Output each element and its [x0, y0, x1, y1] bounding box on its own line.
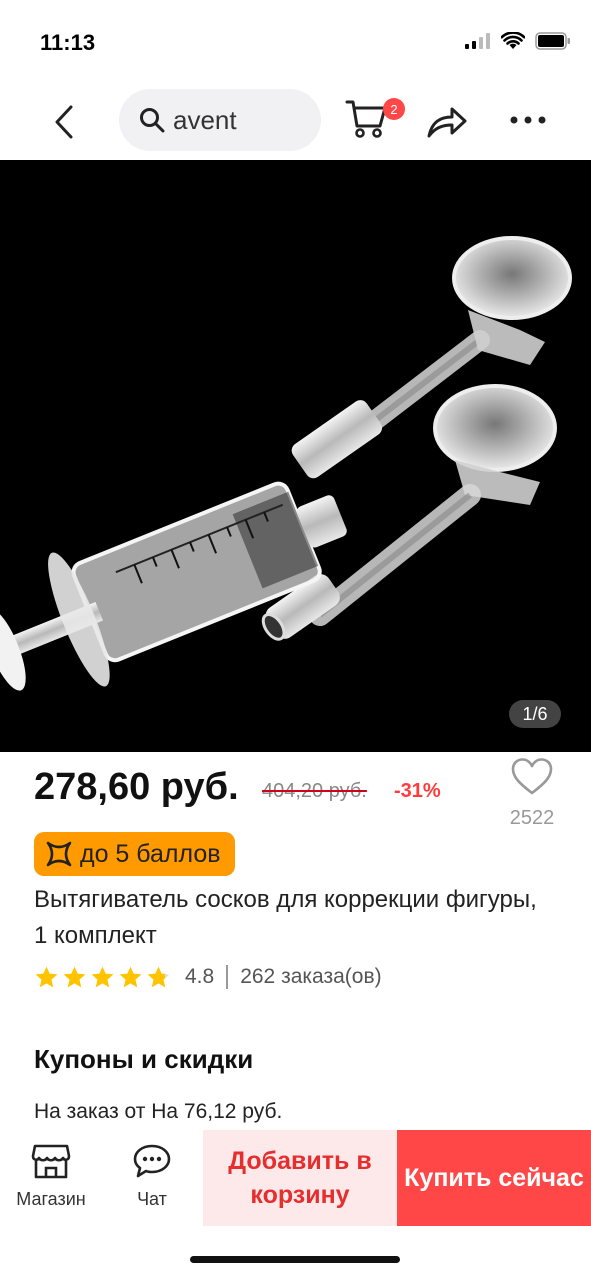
wishlist-button[interactable]: 2522 [502, 758, 562, 829]
status-time: 11:13 [40, 30, 96, 55]
wifi-icon [501, 32, 525, 49]
signal-icon [465, 33, 490, 49]
more-options-button[interactable] [508, 110, 548, 130]
rating-value: 4.8 [185, 965, 215, 988]
cart-icon [345, 100, 387, 138]
points-badge[interactable]: до 5 баллов [34, 832, 235, 876]
chevron-left-icon [55, 105, 73, 139]
search-query: avent [173, 104, 237, 135]
product-image-gallery[interactable]: 1/6 [0, 160, 591, 752]
chat-icon [133, 1144, 171, 1178]
product-photo [0, 236, 572, 691]
wishlist-count: 2522 [509, 807, 555, 829]
star-icon [91, 966, 114, 987]
star-icon [119, 966, 142, 987]
share-icon [427, 107, 467, 138]
store-tab[interactable]: Магазин [8, 1142, 94, 1222]
price-row: 278,60 руб. 404,20 руб. -31% [34, 762, 554, 818]
more-icon [510, 116, 546, 124]
status-icons [465, 32, 571, 50]
image-counter: 1/6 [509, 700, 561, 728]
store-icon [31, 1144, 71, 1179]
current-price: 278,60 руб. [34, 766, 239, 808]
home-indicator [190, 1256, 400, 1263]
back-button[interactable] [42, 100, 86, 144]
orders-count: 262 заказа(ов) [240, 965, 382, 988]
chat-label: Чат [137, 1189, 167, 1209]
star-icon [147, 966, 170, 987]
rating-separator [226, 965, 229, 989]
buy-now-button[interactable]: Купить сейчас [397, 1130, 591, 1226]
nav-bar: avent 2 [0, 84, 591, 160]
discount-badge: -31% [394, 780, 441, 802]
status-bar: 11:13 [0, 0, 591, 84]
points-label: до 5 баллов [80, 839, 221, 868]
product-title: Вытягиватель сосков для коррекции фигуры… [34, 886, 537, 949]
coin-icon [46, 841, 72, 867]
coupons-text: На заказ от На 76,12 руб. [34, 1100, 283, 1123]
star-icon [35, 966, 58, 987]
rating-row[interactable]: 4.8 262 заказа(ов) [34, 962, 382, 992]
search-icon [140, 108, 165, 133]
store-label: Магазин [16, 1189, 86, 1209]
star-icon [63, 966, 86, 987]
cart-count-badge: 2 [383, 98, 405, 120]
bottom-action-bar: Магазин Чат Добавить в корзину Купить се… [0, 1130, 591, 1226]
chat-tab[interactable]: Чат [118, 1142, 186, 1222]
battery-icon [535, 32, 570, 50]
rating-stars [34, 965, 171, 990]
add-to-cart-button[interactable]: Добавить в корзину [203, 1130, 397, 1226]
share-button[interactable] [426, 104, 468, 140]
search-input[interactable]: avent [119, 89, 321, 151]
old-price: 404,20 руб. [262, 780, 367, 802]
heart-icon [511, 758, 553, 795]
coupons-heading: Купоны и скидки [34, 1044, 254, 1074]
